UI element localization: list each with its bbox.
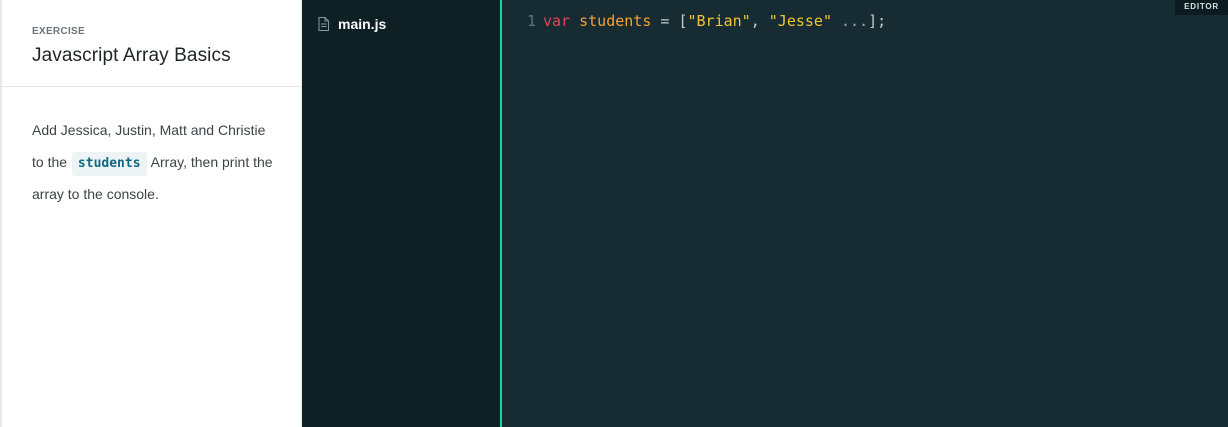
file-tree: main.js	[302, 0, 502, 427]
token-variable: students	[579, 12, 652, 30]
token-string-jesse: "Jesse"	[768, 12, 832, 30]
token-open-bracket: [	[678, 12, 688, 30]
file-name: main.js	[338, 16, 387, 32]
instructions-header: EXERCISE Javascript Array Basics	[2, 0, 301, 87]
code-content: var students = ["Brian", "Jesse" ...];	[543, 11, 886, 31]
instructions-text-after: Array, then print the array to the conso…	[32, 154, 273, 202]
file-icon	[318, 17, 329, 31]
app-window: EXERCISE Javascript Array Basics Add Jes…	[0, 0, 1228, 427]
code-editor[interactable]: EDITOR 1 var students = ["Brian", "Jesse…	[502, 0, 1228, 427]
token-comma: ,	[750, 12, 760, 30]
code-line[interactable]: 1 var students = ["Brian", "Jesse" ...];	[502, 0, 1228, 31]
instructions-text: Add Jessica, Justin, Matt and Christie t…	[2, 87, 301, 210]
file-item-main-js[interactable]: main.js	[302, 0, 500, 32]
instructions-panel: EXERCISE Javascript Array Basics Add Jes…	[0, 0, 302, 427]
exercise-title: Javascript Array Basics	[32, 45, 231, 66]
exercise-label: EXERCISE	[32, 26, 85, 37]
token-string-brian: "Brian"	[687, 12, 751, 30]
token-operator: =	[660, 12, 670, 30]
line-number: 1	[526, 12, 536, 30]
code-chip-students: students	[71, 152, 147, 176]
token-keyword: var	[543, 12, 571, 30]
token-close-bracket: ];	[868, 12, 887, 30]
editor-badge: EDITOR	[1175, 0, 1228, 15]
token-ellipsis: ...	[841, 12, 869, 30]
